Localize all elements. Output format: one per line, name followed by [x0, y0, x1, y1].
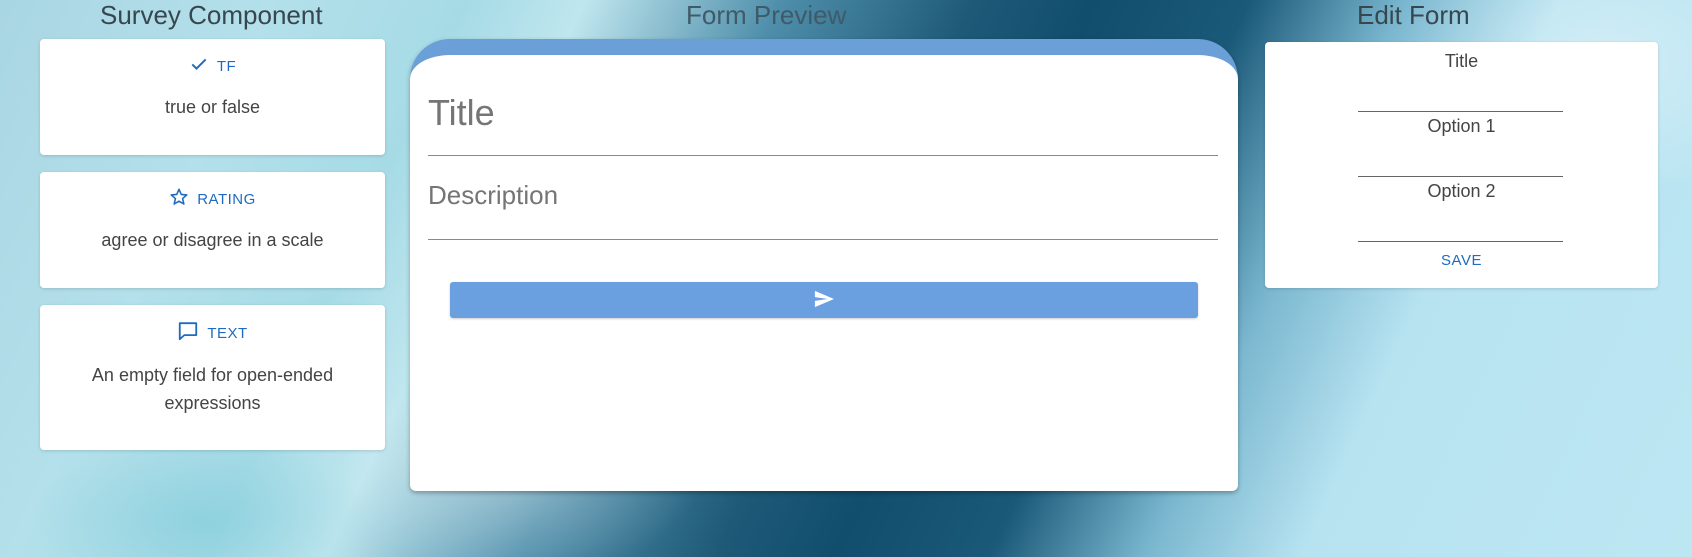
rating-component-description: agree or disagree in a scale	[101, 230, 324, 250]
rating-component-button[interactable]: RATING	[169, 187, 256, 211]
component-card-tf[interactable]: TF true or false	[40, 39, 385, 155]
component-card-rating[interactable]: RATING agree or disagree in a scale	[40, 172, 385, 288]
edit-form-card: Title Option 1 Option 2 SAVE	[1265, 42, 1658, 288]
check-icon	[189, 54, 209, 78]
comment-icon	[177, 320, 199, 346]
text-component-description: An empty field for open-ended expression…	[91, 365, 334, 413]
rating-component-label: RATING	[197, 190, 256, 208]
form-title-input[interactable]	[428, 92, 1218, 134]
title-underline	[428, 155, 1218, 156]
tf-component-button[interactable]: TF	[189, 54, 236, 78]
option-2-label: Option 2	[1427, 181, 1496, 201]
tf-component-description: true or false	[164, 97, 261, 117]
form-preview-heading: Form Preview	[686, 0, 847, 30]
option-2-input[interactable]	[1358, 220, 1563, 242]
description-underline	[428, 239, 1218, 240]
form-description-input[interactable]	[428, 180, 1218, 211]
edit-title-input[interactable]	[1358, 90, 1563, 112]
edit-title-label: Title	[1444, 51, 1479, 71]
survey-component-heading: Survey Component	[100, 0, 323, 30]
send-icon	[813, 289, 835, 312]
component-card-text[interactable]: TEXT An empty field for open-ended expre…	[40, 305, 385, 450]
option-1-input[interactable]	[1358, 155, 1563, 177]
star-outline-icon	[169, 187, 189, 211]
save-button[interactable]: SAVE	[1265, 252, 1658, 269]
option-1-label: Option 1	[1427, 116, 1496, 136]
form-preview-card	[410, 39, 1238, 491]
submit-button[interactable]	[450, 282, 1198, 318]
text-component-label: TEXT	[207, 324, 248, 342]
text-component-button[interactable]: TEXT	[177, 320, 247, 346]
edit-form-heading: Edit Form	[1357, 0, 1470, 30]
tf-component-label: TF	[216, 57, 237, 75]
